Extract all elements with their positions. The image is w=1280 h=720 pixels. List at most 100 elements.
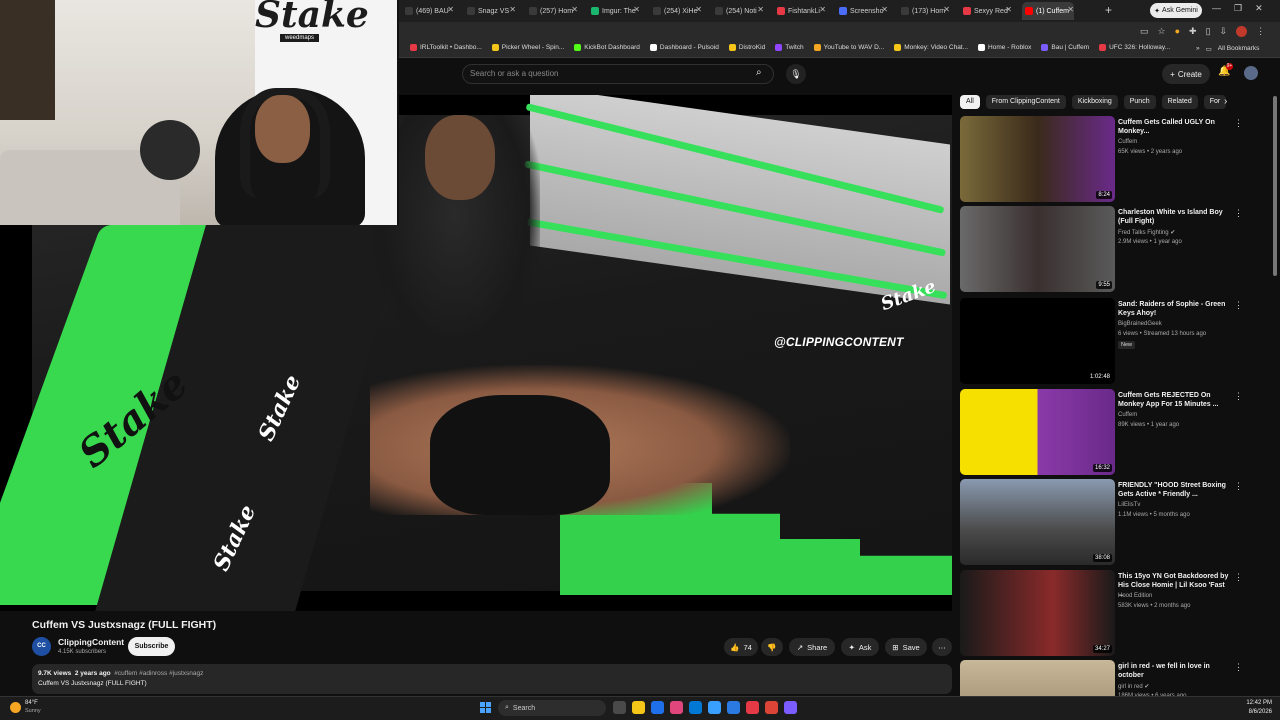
video-thumbnail[interactable]: 8:24 [960,116,1115,202]
browser-tab[interactable]: (173) Hom ✕ [898,2,950,20]
account-avatar[interactable] [1244,66,1258,80]
browser-tab[interactable]: (254) Noti ✕ [712,2,764,20]
close-tab-icon[interactable]: ✕ [695,5,702,14]
close-tab-icon[interactable]: ✕ [571,5,578,14]
bookmark-item[interactable]: Picker Wheel - Spin... [491,44,564,51]
browser-tab[interactable]: (257) Hom ✕ [526,2,578,20]
filter-chip[interactable]: Punch [1123,95,1156,109]
minimize-icon[interactable]: — [1212,3,1221,14]
windows-start-icon[interactable] [480,702,491,713]
bookmark-item[interactable]: UFC 326: Holloway... [1099,44,1170,51]
taskbar-app-icon[interactable] [784,701,797,714]
bookmark-item[interactable]: Monkey: Video Chat... [894,44,968,51]
related-video-title[interactable]: Sand: Raiders of Sophie - Green Keys Aho… [1118,300,1230,318]
filter-chip[interactable]: All [960,95,980,109]
video-thumbnail[interactable]: 1:02:48 [960,298,1115,384]
related-video-channel[interactable]: Hood Edition [1118,593,1152,599]
more-vertical-icon[interactable]: ⋮ [1234,118,1243,129]
related-video-channel[interactable]: girl in red ✔ [1118,683,1149,690]
taskbar-app-icon[interactable] [765,701,778,714]
taskbar-app-icon[interactable] [651,701,664,714]
puzzle-icon[interactable]: ✚ [1189,26,1197,37]
extension-icon[interactable]: ● [1175,26,1180,37]
bookmark-item[interactable]: YouTube to WAV D... [813,44,884,51]
bookmark-item[interactable]: IRLToolkit • Dashbo... [410,44,482,51]
related-video-item[interactable]: 9:55 Charleston White vs Island Boy (Full… [960,206,1250,292]
related-video-title[interactable]: FRIENDLY "HOOD Street Boxing Gets Active… [1118,481,1230,499]
video-thumbnail[interactable]: 34:27 [960,570,1115,656]
create-button[interactable]: + Create [1162,64,1210,84]
sun-icon[interactable] [10,702,21,713]
more-vertical-icon[interactable]: ⋮ [1234,208,1243,219]
bookmark-star-icon[interactable]: ☆ [1158,26,1166,37]
download-icon[interactable]: ⇩ [1220,26,1228,37]
search-icon[interactable]: ⌕ [756,67,762,78]
more-vertical-icon[interactable]: ⋮ [1234,662,1243,673]
ask-button[interactable]: ✦ Ask [841,638,879,656]
close-window-icon[interactable]: ✕ [1255,3,1263,14]
ask-gemini-button[interactable]: ✦ Ask Gemini [1150,3,1202,18]
related-video-title[interactable]: Cuffem Gets Called UGLY On Monkey... [1118,118,1230,136]
page-scrollbar[interactable] [1272,96,1278,696]
browser-tab[interactable]: (254) XiHe ✕ [650,2,702,20]
dislike-button[interactable]: 👎 [761,638,783,656]
subscribe-button[interactable]: Subscribe [128,637,175,656]
taskbar-search[interactable]: ⌕ Search [498,700,606,716]
related-video-item[interactable]: 16:32 Cuffem Gets REJECTED On Monkey App … [960,389,1250,475]
filter-chip[interactable]: For [1203,95,1227,109]
chevron-right-icon[interactable]: › [1224,96,1227,107]
menu-kebab-icon[interactable]: ⋮ [1256,26,1265,37]
all-bookmarks[interactable]: » ▭ All Bookmarks [1196,45,1259,53]
video-thumbnail[interactable]: 9:55 [960,206,1115,292]
browser-tab[interactable]: (1) Cuffem ✕ [1022,2,1074,20]
bookmark-item[interactable]: Bau | Cuffem [1041,44,1089,51]
bookmark-item[interactable]: Dashboard - Pulsoid [649,44,719,51]
related-video-item[interactable]: 38:08 FRIENDLY "HOOD Street Boxing Gets A… [960,479,1250,565]
like-button[interactable]: 👍 74 [724,638,758,656]
filter-chip[interactable]: Related [1161,95,1198,109]
profile-avatar[interactable] [1236,26,1248,37]
close-tab-icon[interactable]: ✕ [1067,5,1074,14]
filter-chip[interactable]: From ClippingContent [985,95,1066,109]
related-video-title[interactable]: Cuffem Gets REJECTED On Monkey App For 1… [1118,391,1230,409]
taskbar-app-icon[interactable] [708,701,721,714]
related-video-item[interactable]: 34:27 This 15yo YN Got Backdoored by His … [960,570,1250,656]
bookmark-item[interactable]: KickBot Dashboard [574,44,640,51]
related-video-item[interactable]: 1:02:48 Sand: Raiders of Sophie - Green K… [960,298,1250,384]
related-video-channel[interactable]: Cuffem [1118,412,1137,418]
save-button[interactable]: ⊞ Save [885,638,927,656]
related-video-channel[interactable]: BigBrainedGeek [1118,321,1162,327]
video-thumbnail[interactable]: 38:08 [960,479,1115,565]
maximize-icon[interactable]: ❐ [1234,3,1242,14]
cast-icon[interactable]: ▭ [1140,26,1149,37]
browser-tab[interactable]: Imgur: The ✕ [588,2,640,20]
share-button[interactable]: ↗ Share [789,638,835,656]
more-vertical-icon[interactable]: ⋮ [1234,572,1243,583]
related-video-channel[interactable]: LilElisTv [1118,502,1140,508]
taskbar-app-icon[interactable] [613,701,626,714]
browser-tab[interactable]: Screensho ✕ [836,2,888,20]
taskbar-app-icon[interactable] [746,701,759,714]
close-tab-icon[interactable]: ✕ [819,5,826,14]
taskbar-app-icon[interactable] [670,701,683,714]
related-video-item[interactable]: 8:24 Cuffem Gets Called UGLY On Monkey...… [960,116,1250,202]
taskbar-app-icon[interactable] [727,701,740,714]
close-tab-icon[interactable]: ✕ [633,5,640,14]
hashtags[interactable]: #cuffem #adinross #justxsnagz [114,670,203,677]
bookmark-item[interactable]: DistroKid [728,44,765,51]
video-thumbnail[interactable]: 16:32 [960,389,1115,475]
close-tab-icon[interactable]: ✕ [943,5,950,14]
taskbar-app-icon[interactable] [689,701,702,714]
more-vertical-icon[interactable]: ⋮ [1234,481,1243,492]
taskbar-app-icon[interactable] [632,701,645,714]
close-tab-icon[interactable]: ✕ [757,5,764,14]
related-video-title[interactable]: girl in red - we fell in love in october [1118,662,1230,680]
description-box[interactable] [32,664,952,694]
related-video-title[interactable]: Charleston White vs Island Boy (Full Fig… [1118,208,1230,226]
close-tab-icon[interactable]: ✕ [1005,5,1012,14]
browser-tab[interactable]: FishtankLi ✕ [774,2,826,20]
bookmark-item[interactable]: Home - Roblox [978,44,1031,51]
close-tab-icon[interactable]: ✕ [509,5,516,14]
more-actions-button[interactable]: ⋯ [932,638,952,656]
channel-avatar[interactable]: CC [32,637,51,656]
